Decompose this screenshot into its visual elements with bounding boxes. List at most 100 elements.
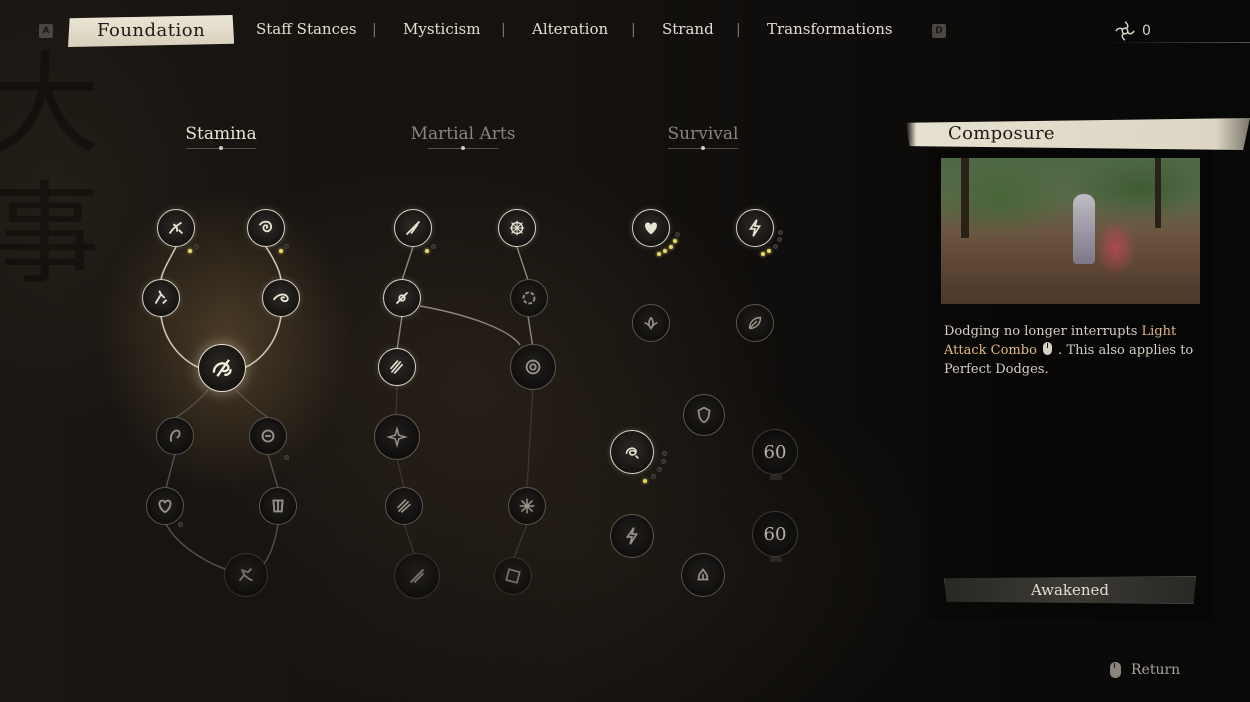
rank-pip xyxy=(673,239,677,243)
rank-pip xyxy=(284,244,289,249)
flame-crown-icon xyxy=(697,568,709,581)
shuriken-icon xyxy=(386,426,408,448)
mouse-left-icon xyxy=(1043,342,1053,355)
staff-strike-icon xyxy=(405,220,421,236)
claw-slash-icon xyxy=(396,498,411,514)
return-label: Return xyxy=(1131,662,1181,678)
leaping-figure-icon xyxy=(238,567,253,582)
skill-tree-connections xyxy=(160,246,534,571)
rank-pip xyxy=(178,522,183,527)
rank-pip xyxy=(431,244,436,249)
skill-description: Dodging no longer interrupts Light Attac… xyxy=(944,322,1194,379)
armor-icon xyxy=(272,499,284,513)
rank-pip xyxy=(767,249,771,253)
skill-node-martial-9[interactable] xyxy=(508,487,546,525)
rank-pip xyxy=(194,244,199,249)
rank-pip xyxy=(662,451,667,456)
detail-title: Composure xyxy=(948,123,1055,144)
currency-underline xyxy=(1102,42,1250,43)
skill-preview-image xyxy=(941,158,1200,304)
rank-pip xyxy=(284,455,289,460)
return-button[interactable]: Return xyxy=(1108,662,1180,678)
staff-spin-icon xyxy=(395,291,409,305)
rank-pip xyxy=(643,479,647,483)
skill-node-martial-8[interactable] xyxy=(385,487,423,525)
description-text: Dodging no longer interrupts xyxy=(944,324,1142,339)
skill-node-survival-5[interactable] xyxy=(683,394,725,436)
rank-pip xyxy=(661,459,666,464)
rank-pip xyxy=(657,252,661,256)
character-figure xyxy=(1073,194,1095,264)
skill-node-stamina-6[interactable] xyxy=(156,417,194,455)
rank-pip xyxy=(761,252,765,256)
burst-icon xyxy=(509,220,525,236)
skill-node-stamina-1[interactable] xyxy=(157,209,195,247)
rank-pip xyxy=(778,230,783,235)
spark-count: 0 xyxy=(1142,23,1151,39)
shield-icon xyxy=(697,406,711,424)
lotus-icon xyxy=(644,317,658,330)
tree-trunk xyxy=(961,158,969,238)
skill-node-stamina-10[interactable] xyxy=(224,553,268,597)
vortex-icon xyxy=(522,291,536,305)
awakened-status-button[interactable]: Awakened xyxy=(944,576,1196,604)
level-lock-node[interactable]: 60 xyxy=(752,511,798,562)
heart-icon xyxy=(645,222,657,235)
triple-slash-icon xyxy=(389,360,404,374)
rank-pip xyxy=(425,249,429,253)
skill-node-martial-2[interactable] xyxy=(498,209,536,247)
rank-pip xyxy=(188,249,192,253)
skill-node-martial-10[interactable] xyxy=(394,553,440,599)
skill-node-composure-selected[interactable] xyxy=(198,344,246,392)
level-lock-node[interactable]: 60 xyxy=(752,429,798,480)
skill-node-martial-1[interactable] xyxy=(394,209,432,247)
rank-pip xyxy=(773,244,778,249)
lightning-icon xyxy=(748,219,762,237)
monkey-head-icon xyxy=(261,429,275,443)
crane-icon xyxy=(168,221,184,235)
skill-node-survival-2[interactable] xyxy=(736,209,774,247)
rank-pip xyxy=(651,474,656,479)
rank-pip xyxy=(663,249,667,253)
rank-pip xyxy=(279,249,283,253)
skill-node-martial-11[interactable] xyxy=(494,557,532,595)
skill-node-martial-3[interactable] xyxy=(383,279,421,317)
spark-icon xyxy=(1115,21,1135,41)
mouse-right-icon xyxy=(1110,662,1121,678)
leaf-icon xyxy=(748,316,762,330)
skill-node-martial-6[interactable] xyxy=(510,344,556,390)
skill-node-stamina-9[interactable] xyxy=(259,487,297,525)
whirlwind-icon xyxy=(525,359,541,375)
skill-node-martial-5[interactable] xyxy=(378,348,416,386)
skill-node-survival-3[interactable] xyxy=(632,304,670,342)
composure-icon xyxy=(212,359,232,377)
double-staff-icon xyxy=(409,568,425,584)
star-burst-icon xyxy=(519,498,535,514)
heart-swirl-icon xyxy=(158,499,172,514)
skill-node-survival-6[interactable] xyxy=(610,430,654,474)
skill-node-martial-7[interactable] xyxy=(374,414,420,460)
skill-node-survival-1[interactable] xyxy=(632,209,670,247)
skill-node-survival-8[interactable] xyxy=(681,553,725,597)
skill-node-stamina-4[interactable] xyxy=(262,279,300,317)
martial-arts-locked-path xyxy=(395,385,534,559)
rank-pip xyxy=(675,232,680,237)
skill-node-martial-4[interactable] xyxy=(510,279,548,317)
next-tab-key-badge[interactable]: D xyxy=(932,24,946,38)
dash-figure-icon xyxy=(154,290,168,305)
spark-currency: 0 xyxy=(1114,20,1151,42)
tree-trunk xyxy=(1155,158,1161,228)
skill-node-survival-4[interactable] xyxy=(736,304,774,342)
wind-swirl-icon xyxy=(272,293,289,303)
gourd-icon xyxy=(169,429,181,442)
skill-node-stamina-8[interactable] xyxy=(146,487,184,525)
skill-node-survival-7[interactable] xyxy=(610,514,654,558)
knot-icon xyxy=(625,447,640,460)
rank-pip xyxy=(657,467,662,472)
skill-node-stamina-7[interactable] xyxy=(249,417,287,455)
scroll-icon xyxy=(505,568,521,584)
flash-bolt-icon xyxy=(625,527,639,545)
skill-node-stamina-3[interactable] xyxy=(142,279,180,317)
skill-node-stamina-2[interactable] xyxy=(247,209,285,247)
spiral-icon xyxy=(258,220,272,233)
